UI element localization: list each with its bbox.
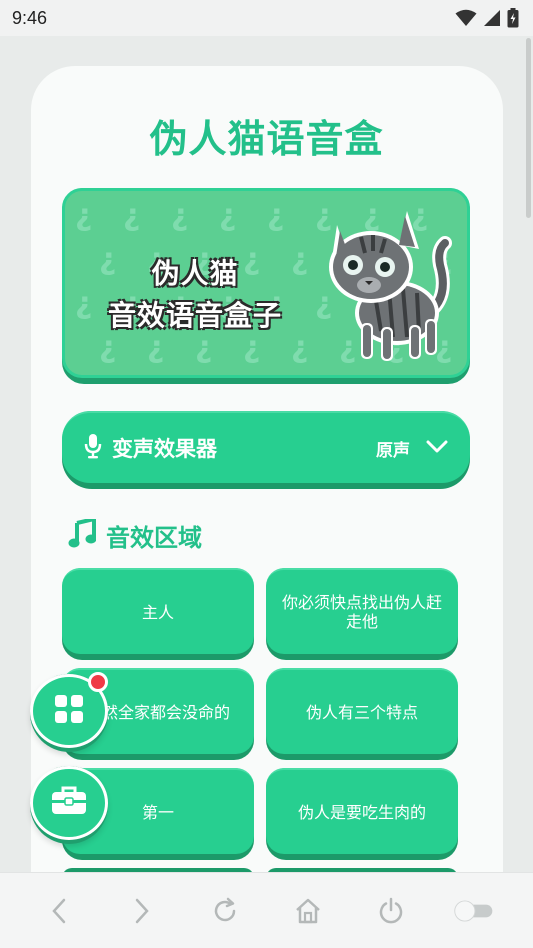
status-bar: 9:46 xyxy=(0,0,533,36)
status-icons xyxy=(455,8,519,28)
sound-button-label: 伪人有三个特点 xyxy=(266,668,458,754)
sound-button-label: 主人 xyxy=(62,568,254,654)
banner-line-1: 伪人猫 xyxy=(151,257,239,290)
battery-charging-icon xyxy=(507,8,519,28)
toolbox-icon xyxy=(51,786,87,820)
power-icon[interactable] xyxy=(369,889,413,933)
voice-changer-value[interactable]: 原声 xyxy=(376,436,410,461)
sound-button[interactable]: 伪人有三个特点 xyxy=(266,668,458,760)
signal-icon xyxy=(483,9,501,27)
hero-banner: ¿¿¿¿¿¿¿¿ ¿¿¿¿¿¿¿¿ ¿¿¿¿¿¿¿¿ ¿¿¿¿¿¿¿¿ 伪人猫 … xyxy=(62,188,470,384)
sound-button-label: 伪人是要吃生肉的 xyxy=(266,768,458,854)
banner-text: 伪人猫 音效语音盒子 xyxy=(85,253,305,337)
svg-text:¿: ¿ xyxy=(123,198,140,233)
forward-icon[interactable] xyxy=(120,889,164,933)
sound-section-heading: 音效区域 xyxy=(68,515,202,553)
toggle-icon[interactable] xyxy=(452,889,496,933)
back-icon[interactable] xyxy=(37,889,81,933)
svg-text:¿: ¿ xyxy=(171,198,188,233)
svg-text:¿: ¿ xyxy=(75,198,92,233)
refresh-icon[interactable] xyxy=(203,889,247,933)
status-time: 9:46 xyxy=(12,7,48,28)
chevron-down-icon[interactable] xyxy=(426,439,448,458)
wifi-icon xyxy=(455,9,477,27)
grid-menu-button[interactable] xyxy=(30,672,108,752)
svg-text:¿: ¿ xyxy=(267,198,284,233)
sound-button[interactable]: 你必须快点找出伪人赶走他 xyxy=(266,568,458,660)
sound-button[interactable]: 主人 xyxy=(62,568,254,660)
bottom-nav xyxy=(0,872,533,948)
section-title: 音效区域 xyxy=(106,524,202,552)
grid-icon xyxy=(54,694,84,728)
voice-changer-bar[interactable]: 变声效果器 原声 xyxy=(62,411,470,489)
svg-text:¿: ¿ xyxy=(219,198,236,233)
toolbox-button[interactable] xyxy=(30,766,108,844)
banner-line-2: 音效语音盒子 xyxy=(107,299,282,332)
voice-changer-label: 变声效果器 xyxy=(112,437,217,461)
microphone-icon xyxy=(84,433,102,463)
sound-button-label: 你必须快点找出伪人赶走他 xyxy=(266,568,458,654)
home-icon[interactable] xyxy=(286,889,330,933)
music-note-icon xyxy=(68,515,97,553)
page-title: 伪人猫语音盒 xyxy=(149,117,384,161)
notification-dot xyxy=(88,672,108,692)
cat-illustration xyxy=(329,211,452,361)
sound-button[interactable]: 伪人是要吃生肉的 xyxy=(266,768,458,860)
